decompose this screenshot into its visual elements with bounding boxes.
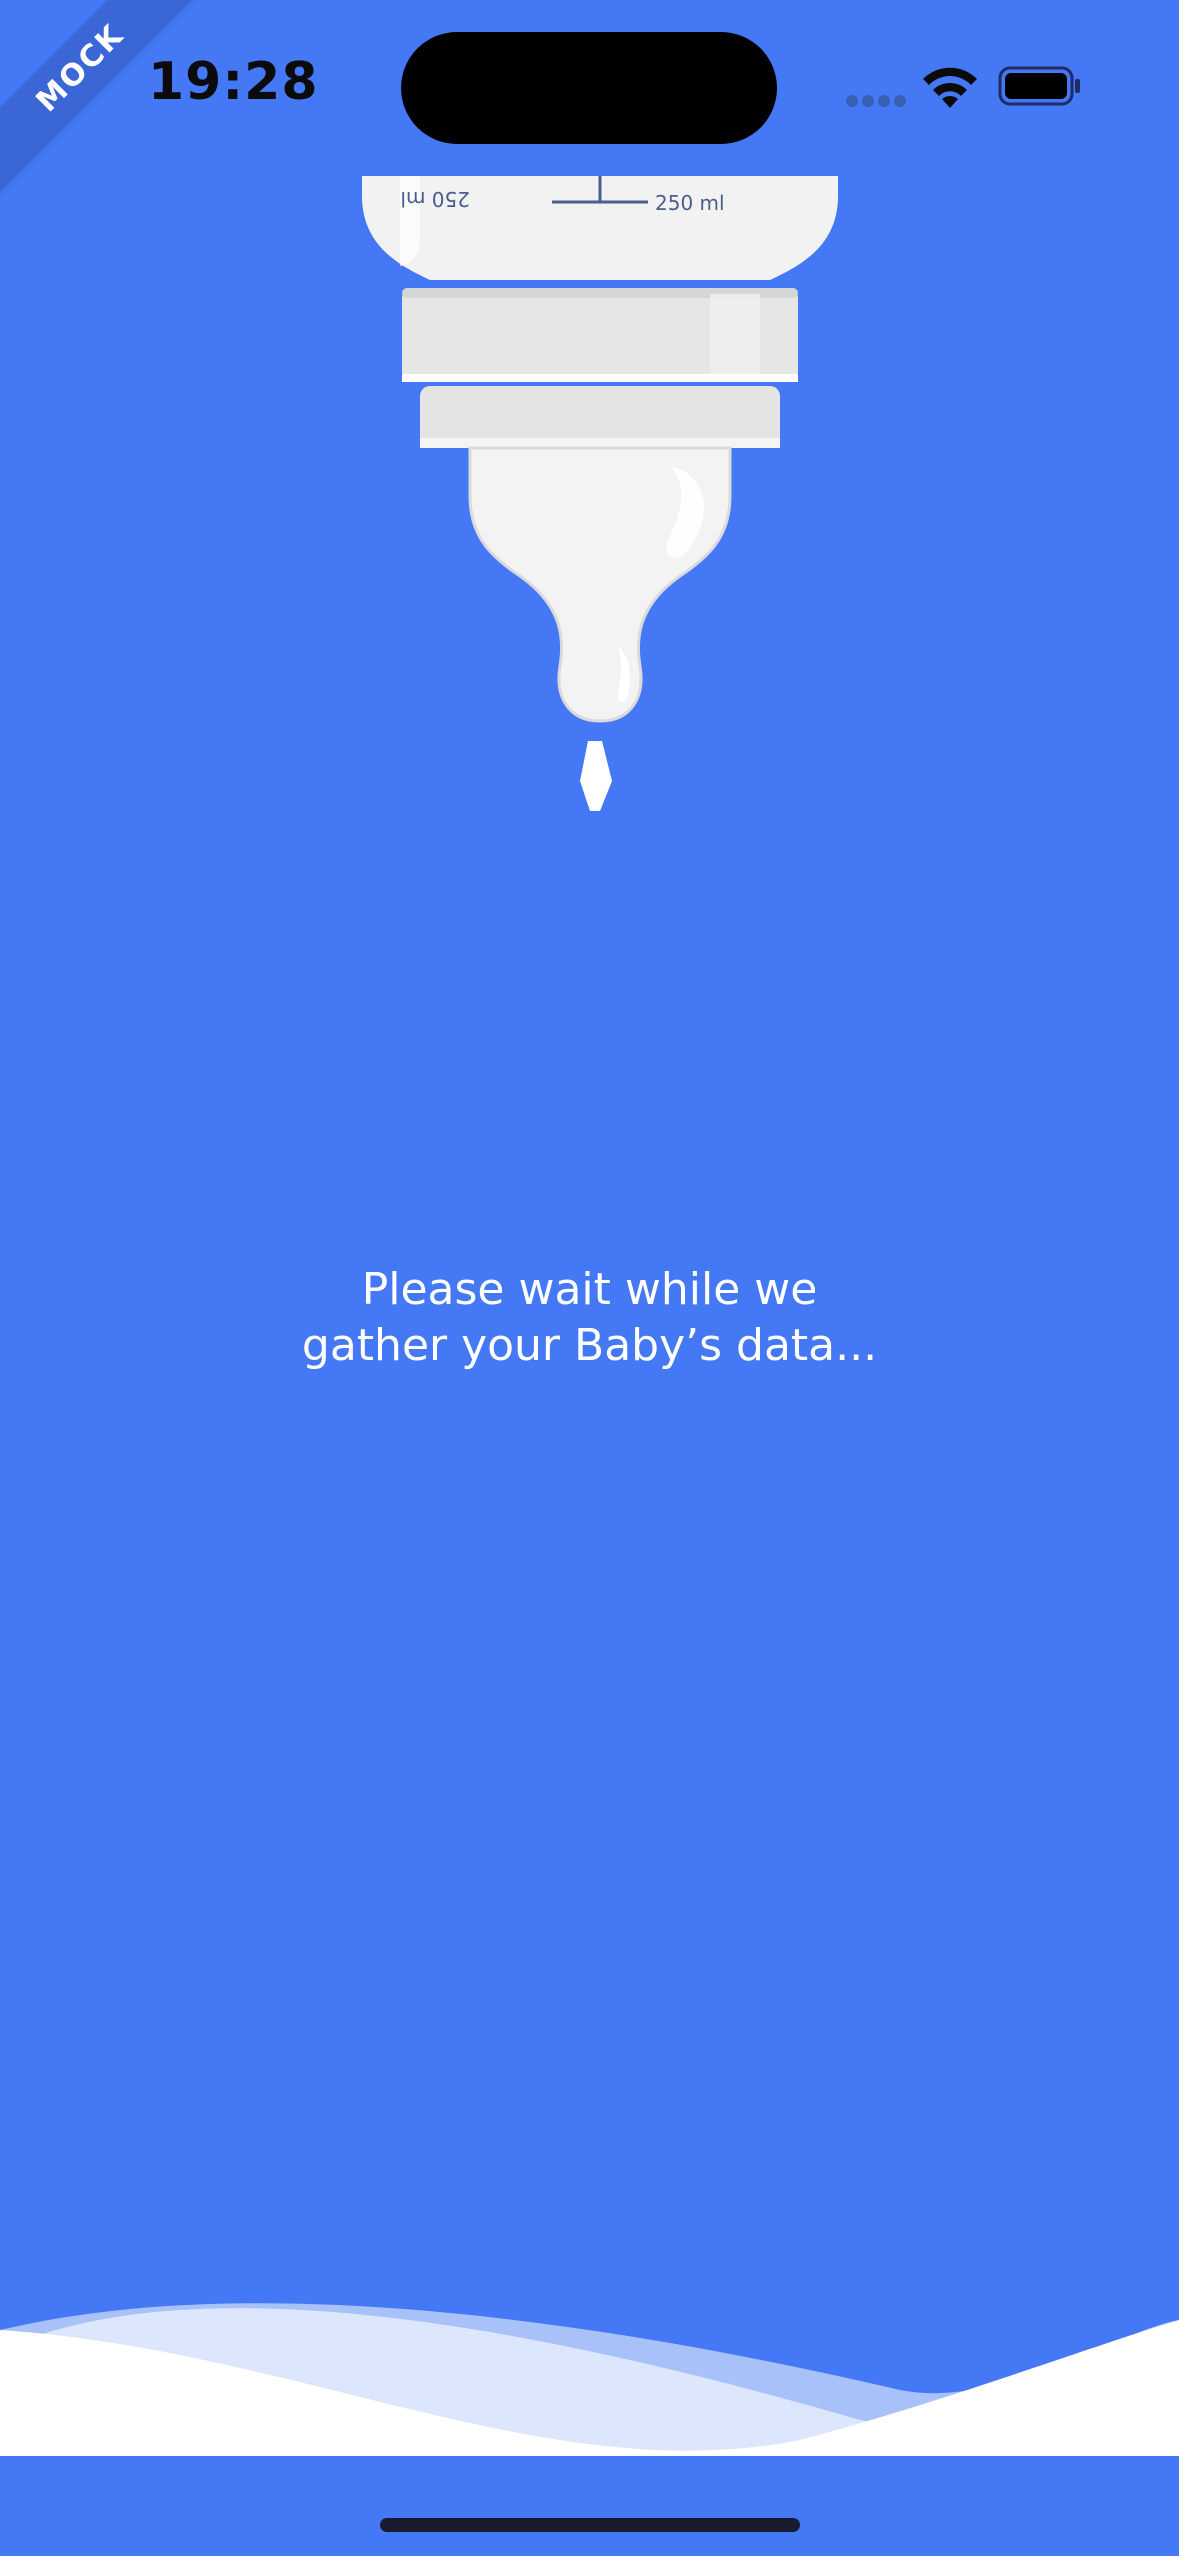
decorative-waves [0, 2303, 1179, 2456]
measure-label-right: 250 ml [655, 191, 725, 215]
home-indicator[interactable] [380, 2518, 800, 2532]
status-time: 19:28 [148, 52, 319, 112]
measure-label-left: 250 ml [400, 187, 470, 211]
mock-ribbon-label: MOCK [29, 17, 131, 119]
signal-dots-icon [846, 95, 906, 107]
loading-screen: 19:28 MOCK 250 ml 250 ml Please wait whi… [0, 0, 1179, 2556]
battery-icon [998, 66, 1080, 106]
loading-message: Please wait while we gather your Baby’s … [0, 1262, 1179, 1374]
baby-bottle-illustration: 250 ml 250 ml [362, 176, 838, 811]
wifi-icon [923, 67, 977, 108]
loading-message-line-2: gather your Baby’s data... [301, 1320, 878, 1371]
dynamic-island [401, 32, 777, 144]
loading-message-line-1: Please wait while we [361, 1264, 818, 1315]
